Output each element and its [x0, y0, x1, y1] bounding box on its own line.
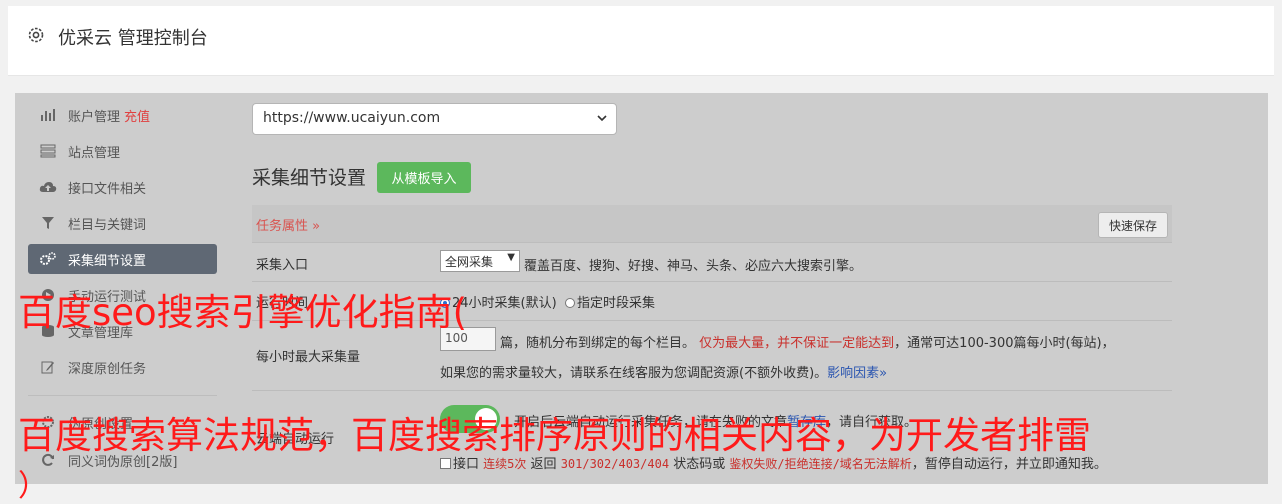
max-per-hour-label: 每小时最大采集量: [256, 350, 361, 365]
runtime-radio-period[interactable]: [564, 298, 575, 308]
notify-code2: 301/302/403/404: [560, 457, 670, 471]
sidebar-item-interface[interactable]: 接口文件相关: [28, 172, 217, 202]
overlay-title-line3: ）: [18, 469, 48, 504]
chevron-down-icon: ▼: [507, 252, 515, 263]
entry-select[interactable]: 全网采集 ▼: [440, 250, 520, 272]
runtime-opt1-label: 24小时采集(默认): [452, 296, 557, 311]
sidebar-item-label: 栏目与关键词: [68, 217, 147, 233]
sidebar-item-label: 站点管理: [68, 145, 121, 161]
site-select-value: https://www.ucaiyun.com: [263, 110, 441, 126]
sidebar-divider: [28, 395, 217, 396]
notify-text3: 状态码或: [673, 457, 726, 472]
recharge-link[interactable]: 充值: [124, 106, 150, 125]
bar-chart-icon: [38, 107, 58, 123]
filter-icon: [38, 215, 58, 231]
max-per-hour-desc: 篇，随机分布到绑定的每个栏目。 仅为最大量，并不保证一定能达到，通常可达100-…: [500, 332, 1115, 351]
notify-code3: 鉴权失败/拒绝连接/域名无法解析: [729, 457, 912, 471]
runtime-opt2-label: 指定时段采集: [576, 296, 655, 311]
entry-select-value: 全网采集: [445, 255, 494, 269]
sidebar-item-account[interactable]: 账户管理 充值: [28, 100, 217, 130]
task-attr-toggle[interactable]: 任务属性 »: [256, 215, 320, 234]
impact-link-label: 影响因素: [827, 366, 880, 381]
quick-save-button[interactable]: 快速保存: [1098, 212, 1168, 238]
sidebar-item-deep-original[interactable]: 深度原创任务: [28, 352, 217, 382]
sidebar-item-columns[interactable]: 栏目与关键词: [28, 208, 217, 238]
task-attr-label: 任务属性: [256, 219, 309, 234]
gears-icon: [38, 251, 58, 267]
impact-factors-link[interactable]: 影响因素»: [827, 366, 887, 381]
overlay-title-line1: 百度seo搜索引擎优化指南(: [18, 291, 468, 334]
task-attr-header: 任务属性 »: [252, 205, 1172, 243]
notify-checkbox[interactable]: [440, 458, 451, 469]
section-title: 采集细节设置: [252, 167, 367, 189]
server-icon: [38, 143, 58, 159]
entry-label: 采集入口: [256, 258, 309, 273]
chevron-double-down-icon: »: [879, 366, 888, 381]
import-template-button[interactable]: 从模板导入: [377, 162, 471, 193]
sidebar-item-label: 深度原创任务: [68, 361, 147, 377]
entry-desc: 覆盖百度、搜狗、好搜、神马、头条、必应六大搜索引擎。: [524, 259, 863, 274]
sidebar-item-sites[interactable]: 站点管理: [28, 136, 217, 166]
cloud-upload-icon: [38, 179, 58, 195]
sidebar-item-collect-settings[interactable]: 采集细节设置: [28, 244, 217, 274]
top-bar: 优采云 管理控制台: [8, 6, 1274, 76]
max-desc-text2: ，通常可达100-300篇每小时(每站)，: [894, 336, 1115, 351]
overlay-title-line2: 百度搜索算法规范，百度搜索排序原则的相关内容，为开发者排雷: [18, 414, 1091, 457]
max-desc-warning: 仅为最大量，并不保证一定能达到: [699, 336, 895, 351]
runtime-options: 24小时采集(默认) 指定时段采集: [440, 292, 655, 311]
notify-text1: 接口: [453, 457, 480, 472]
row-divider: [252, 390, 1172, 391]
notify-code1: 连续5次: [483, 457, 527, 471]
row-divider: [252, 281, 1172, 282]
max-desc-text1: 篇，随机分布到绑定的每个栏目。: [500, 336, 696, 351]
gear-icon: [28, 27, 44, 43]
site-select[interactable]: https://www.ucaiyun.com: [252, 103, 617, 135]
sidebar-item-label: 采集细节设置: [68, 253, 147, 269]
chevron-double-down-icon: »: [312, 219, 321, 234]
max-desc-text3: 如果您的需求量较大，请联系在线客服为您调配资源(不额外收费)。: [440, 366, 828, 381]
app-title: 优采云 管理控制台: [58, 28, 208, 49]
edit-icon: [38, 359, 58, 375]
sidebar-item-label: 接口文件相关: [68, 181, 147, 197]
sidebar-item-label: 账户管理: [68, 109, 121, 125]
max-per-hour-desc2: 如果您的需求量较大，请联系在线客服为您调配资源(不额外收费)。影响因素»: [440, 362, 887, 381]
notify-text4: ，暂停自动运行，并立即通知我。: [911, 457, 1107, 472]
notify-text2: 返回: [530, 457, 557, 472]
chevron-down-icon: [597, 115, 607, 122]
